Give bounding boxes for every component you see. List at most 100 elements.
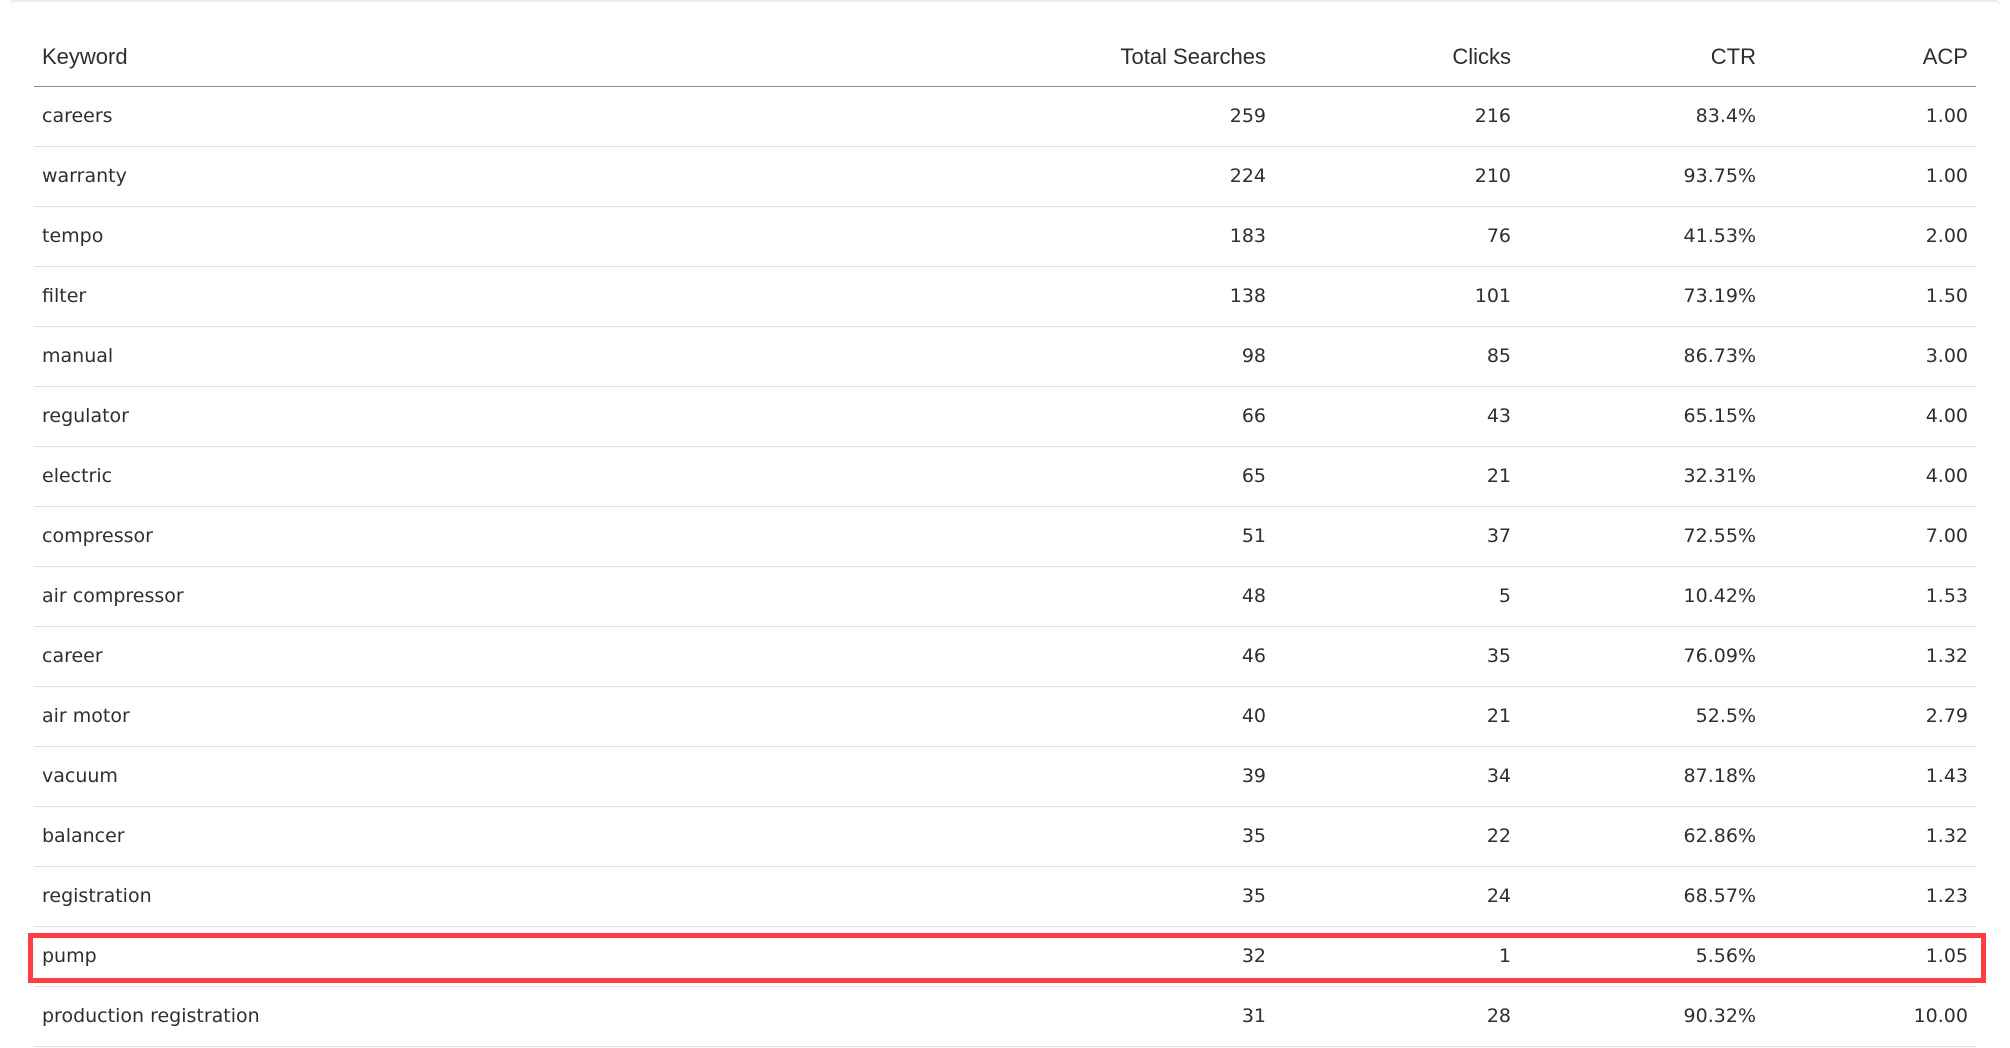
- column-header-clicks[interactable]: Clicks: [1274, 28, 1519, 87]
- acp-cell: 1.00: [1764, 146, 1976, 207]
- clicks-cell: 35: [1274, 626, 1519, 687]
- table-row[interactable]: registration 35 24 68.57% 1.23: [34, 866, 1976, 927]
- ctr-cell: 5.56%: [1519, 926, 1764, 987]
- table-row[interactable]: compressor 51 37 72.55% 7.00: [34, 506, 1976, 567]
- clicks-cell: 1: [1274, 926, 1519, 987]
- ctr-cell: 86.73%: [1519, 326, 1764, 387]
- total-searches-cell: 224: [654, 146, 1274, 207]
- acp-cell: 3.00: [1764, 326, 1976, 387]
- table-row[interactable]: careers 259 216 83.4% 1.00: [34, 86, 1976, 147]
- keyword-cell: electric: [34, 446, 654, 507]
- panel-top-border: [10, 0, 2000, 4]
- ctr-cell: 41.53%: [1519, 206, 1764, 267]
- total-searches-cell: 65: [654, 446, 1274, 507]
- total-searches-cell: 32: [654, 926, 1274, 987]
- acp-cell: 1.23: [1764, 866, 1976, 927]
- clicks-cell: 37: [1274, 506, 1519, 567]
- ctr-cell: 90.32%: [1519, 986, 1764, 1047]
- acp-cell: 2.79: [1764, 686, 1976, 747]
- total-searches-cell: 98: [654, 326, 1274, 387]
- keyword-cell: tempo: [34, 206, 654, 267]
- column-header-keyword[interactable]: Keyword: [34, 28, 654, 87]
- acp-cell: 4.00: [1764, 446, 1976, 507]
- acp-cell: 10.00: [1764, 986, 1976, 1047]
- acp-cell: 7.00: [1764, 506, 1976, 567]
- table-row[interactable]: filter 138 101 73.19% 1.50: [34, 266, 1976, 327]
- total-searches-cell: 40: [654, 686, 1274, 747]
- acp-cell: 1.43: [1764, 746, 1976, 807]
- table-row[interactable]: electric 65 21 32.31% 4.00: [34, 446, 1976, 507]
- ctr-cell: 76.09%: [1519, 626, 1764, 687]
- table-header-row: Keyword Total Searches Clicks CTR ACP: [34, 28, 1976, 87]
- clicks-cell: 22: [1274, 806, 1519, 867]
- table-row[interactable]: pump 32 1 5.56% 1.05: [34, 926, 1976, 987]
- keyword-cell: registration: [34, 866, 654, 927]
- table-row[interactable]: warranty 224 210 93.75% 1.00: [34, 146, 1976, 207]
- total-searches-cell: 35: [654, 866, 1274, 927]
- total-searches-cell: 259: [654, 86, 1274, 147]
- ctr-cell: 10.42%: [1519, 566, 1764, 627]
- keyword-performance-table: Keyword Total Searches Clicks CTR ACP ca…: [34, 28, 1976, 1047]
- total-searches-cell: 66: [654, 386, 1274, 447]
- column-header-total-searches[interactable]: Total Searches: [654, 28, 1274, 87]
- total-searches-cell: 138: [654, 266, 1274, 327]
- ctr-cell: 87.18%: [1519, 746, 1764, 807]
- acp-cell: 2.00: [1764, 206, 1976, 267]
- acp-cell: 1.53: [1764, 566, 1976, 627]
- keyword-cell: manual: [34, 326, 654, 387]
- total-searches-cell: 39: [654, 746, 1274, 807]
- clicks-cell: 101: [1274, 266, 1519, 327]
- clicks-cell: 76: [1274, 206, 1519, 267]
- ctr-cell: 83.4%: [1519, 86, 1764, 147]
- table-row[interactable]: production registration 31 28 90.32% 10.00: [34, 986, 1976, 1047]
- acp-cell: 4.00: [1764, 386, 1976, 447]
- keyword-cell: balancer: [34, 806, 654, 867]
- table-row[interactable]: air compressor 48 5 10.42% 1.53: [34, 566, 1976, 627]
- acp-cell: 1.00: [1764, 86, 1976, 147]
- column-header-ctr[interactable]: CTR: [1519, 28, 1764, 87]
- acp-cell: 1.05: [1764, 926, 1976, 987]
- keyword-cell: air compressor: [34, 566, 654, 627]
- ctr-cell: 32.31%: [1519, 446, 1764, 507]
- total-searches-cell: 48: [654, 566, 1274, 627]
- clicks-cell: 21: [1274, 686, 1519, 747]
- table-row[interactable]: tempo 183 76 41.53% 2.00: [34, 206, 1976, 267]
- search-keywords-page: Keyword Total Searches Clicks CTR ACP ca…: [0, 0, 2010, 1048]
- column-header-acp[interactable]: ACP: [1764, 28, 1976, 87]
- table-row[interactable]: regulator 66 43 65.15% 4.00: [34, 386, 1976, 447]
- acp-cell: 1.32: [1764, 806, 1976, 867]
- table-row[interactable]: vacuum 39 34 87.18% 1.43: [34, 746, 1976, 807]
- table-row[interactable]: career 46 35 76.09% 1.32: [34, 626, 1976, 687]
- ctr-cell: 68.57%: [1519, 866, 1764, 927]
- clicks-cell: 210: [1274, 146, 1519, 207]
- ctr-cell: 65.15%: [1519, 386, 1764, 447]
- keyword-cell: air motor: [34, 686, 654, 747]
- keyword-cell: warranty: [34, 146, 654, 207]
- table-header: Keyword Total Searches Clicks CTR ACP: [34, 28, 1976, 87]
- keyword-cell: vacuum: [34, 746, 654, 807]
- clicks-cell: 28: [1274, 986, 1519, 1047]
- total-searches-cell: 35: [654, 806, 1274, 867]
- ctr-cell: 73.19%: [1519, 266, 1764, 327]
- clicks-cell: 24: [1274, 866, 1519, 927]
- table-row[interactable]: manual 98 85 86.73% 3.00: [34, 326, 1976, 387]
- table-row[interactable]: balancer 35 22 62.86% 1.32: [34, 806, 1976, 867]
- clicks-cell: 21: [1274, 446, 1519, 507]
- clicks-cell: 5: [1274, 566, 1519, 627]
- keyword-table-container: Keyword Total Searches Clicks CTR ACP ca…: [34, 28, 1976, 1047]
- total-searches-cell: 46: [654, 626, 1274, 687]
- total-searches-cell: 31: [654, 986, 1274, 1047]
- clicks-cell: 43: [1274, 386, 1519, 447]
- table-row[interactable]: air motor 40 21 52.5% 2.79: [34, 686, 1976, 747]
- clicks-cell: 85: [1274, 326, 1519, 387]
- keyword-cell: pump: [34, 926, 654, 987]
- ctr-cell: 62.86%: [1519, 806, 1764, 867]
- keyword-cell: regulator: [34, 386, 654, 447]
- clicks-cell: 216: [1274, 86, 1519, 147]
- ctr-cell: 93.75%: [1519, 146, 1764, 207]
- ctr-cell: 72.55%: [1519, 506, 1764, 567]
- keyword-cell: compressor: [34, 506, 654, 567]
- clicks-cell: 34: [1274, 746, 1519, 807]
- total-searches-cell: 51: [654, 506, 1274, 567]
- ctr-cell: 52.5%: [1519, 686, 1764, 747]
